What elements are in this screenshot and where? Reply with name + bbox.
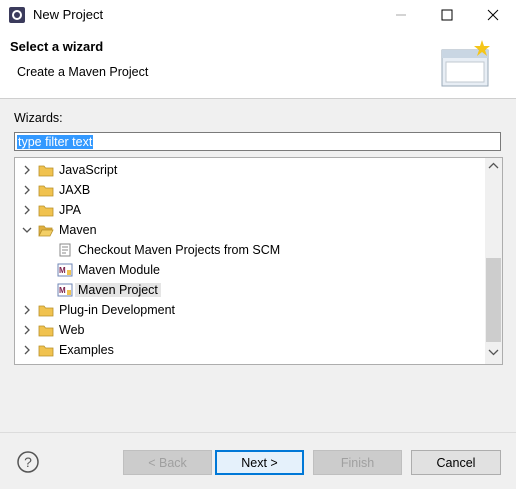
finish-button[interactable]: Finish — [313, 450, 402, 475]
maximize-button[interactable] — [424, 0, 470, 30]
wizard-tree[interactable]: JavaScript JAXB JPA Maven Checkout Maven… — [14, 157, 503, 365]
chevron-right-icon[interactable] — [21, 164, 33, 176]
tree-item-label: Maven Project — [75, 283, 161, 297]
tree-item-javascript[interactable]: JavaScript — [15, 160, 485, 180]
tree-item-label: JPA — [59, 203, 81, 217]
tree-item-plugin-development[interactable]: Plug-in Development — [15, 300, 485, 320]
folder-icon — [38, 185, 54, 197]
scroll-down-icon[interactable] — [488, 348, 499, 356]
maven-icon: M — [57, 263, 73, 277]
tree-item-maven[interactable]: Maven — [15, 220, 485, 240]
eclipse-app-icon — [9, 7, 25, 23]
folder-icon — [38, 325, 54, 337]
folder-icon — [38, 345, 54, 357]
tree-item-label: Web — [59, 323, 85, 337]
tree-item-jaxb[interactable]: JAXB — [15, 180, 485, 200]
scm-checkout-icon — [59, 243, 71, 257]
close-icon — [487, 9, 499, 21]
scroll-thumb[interactable] — [486, 258, 501, 342]
cancel-button[interactable]: Cancel — [411, 450, 501, 475]
tree-item-label: JAXB — [59, 183, 91, 197]
page-title: Select a wizard — [10, 39, 104, 54]
window-title: New Project — [33, 7, 104, 22]
tree-item-label: Examples — [59, 343, 114, 357]
tree-item-web[interactable]: Web — [15, 320, 485, 340]
chevron-right-icon[interactable] — [21, 184, 33, 196]
svg-text:?: ? — [24, 454, 32, 470]
filter-text: type filter text — [17, 135, 94, 149]
tree-item-label: Maven Module — [78, 263, 160, 277]
tree-item-label: Maven — [59, 223, 97, 237]
help-icon[interactable]: ? — [16, 450, 40, 474]
tree-vertical-scrollbar[interactable] — [485, 158, 502, 364]
svg-text:M: M — [59, 266, 66, 275]
chevron-down-icon[interactable] — [21, 224, 33, 236]
new-wizard-banner-icon — [441, 40, 490, 87]
minimize-button[interactable] — [378, 0, 424, 30]
chevron-right-icon[interactable] — [21, 304, 33, 316]
wizard-header: Select a wizard Create a Maven Project — [0, 30, 516, 99]
tree-item-label: JavaScript — [59, 163, 118, 177]
footer-divider — [0, 432, 516, 433]
folder-icon — [38, 165, 54, 177]
page-description: Create a Maven Project — [17, 65, 149, 79]
svg-text:M: M — [59, 286, 66, 295]
minimize-icon — [396, 14, 406, 16]
back-button[interactable]: < Back — [123, 450, 212, 475]
folder-icon — [38, 305, 54, 317]
maximize-icon — [441, 9, 453, 21]
chevron-right-icon[interactable] — [21, 324, 33, 336]
tree-item-jpa[interactable]: JPA — [15, 200, 485, 220]
folder-icon — [38, 205, 54, 217]
close-button[interactable] — [470, 0, 516, 30]
tree-item-label: Plug-in Development — [59, 303, 176, 317]
tree-item-examples[interactable]: Examples — [15, 340, 485, 360]
next-button[interactable]: Next > — [215, 450, 304, 475]
tree-item-label: Checkout Maven Projects from SCM — [78, 243, 281, 257]
title-bar: New Project — [0, 0, 516, 31]
maven-icon: M — [57, 283, 73, 297]
open-folder-icon — [38, 225, 54, 237]
chevron-right-icon[interactable] — [21, 204, 33, 216]
scroll-up-icon[interactable] — [488, 162, 499, 170]
wizards-label: Wizards: — [14, 111, 63, 125]
tree-item-maven-project[interactable]: M Maven Project — [15, 280, 485, 300]
tree-item-checkout-maven[interactable]: Checkout Maven Projects from SCM — [15, 240, 485, 260]
wizard-filter-input[interactable]: type filter text — [14, 132, 501, 151]
chevron-right-icon[interactable] — [21, 344, 33, 356]
tree-item-maven-module[interactable]: M Maven Module — [15, 260, 485, 280]
